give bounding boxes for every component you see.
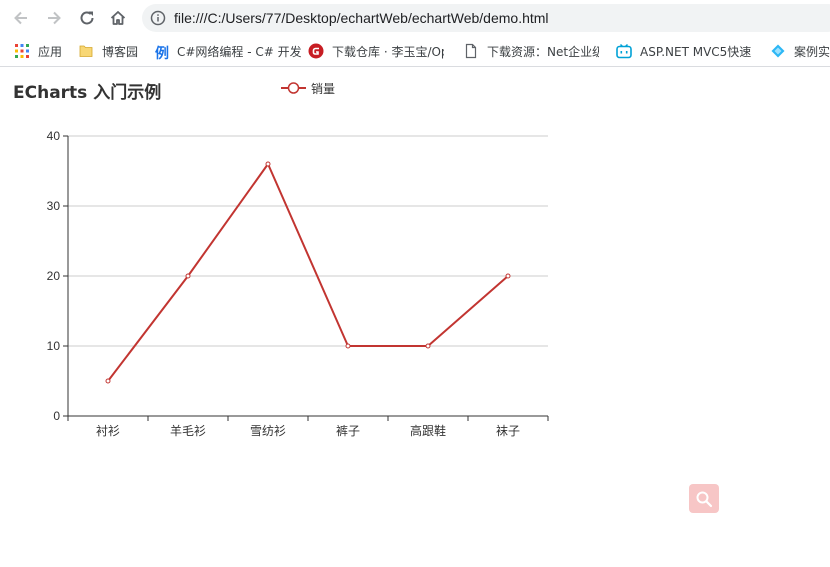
data-point[interactable] bbox=[185, 273, 191, 279]
x-tick-label: 雪纺衫 bbox=[250, 424, 286, 438]
address-bar[interactable]: file:///C:/Users/77/Desktop/echartWeb/ec… bbox=[142, 4, 830, 32]
page-icon bbox=[463, 43, 479, 59]
series-line[interactable] bbox=[107, 163, 509, 382]
bookmark-label: 下载仓库 · 李玉宝/Op bbox=[332, 44, 444, 59]
bilibili-icon bbox=[616, 43, 632, 59]
search-button[interactable] bbox=[689, 484, 719, 513]
browser-toolbar: file:///C:/Users/77/Desktop/echartWeb/ec… bbox=[0, 0, 830, 36]
data-point[interactable] bbox=[345, 343, 351, 349]
url-text[interactable]: file:///C:/Users/77/Desktop/echartWeb/ec… bbox=[174, 10, 549, 26]
y-tick-label: 10 bbox=[47, 339, 61, 353]
bookmark-gitee[interactable]: 下载仓库 · 李玉宝/Op bbox=[308, 42, 444, 60]
back-button[interactable] bbox=[9, 6, 33, 30]
chart-legend[interactable]: 销量 bbox=[281, 80, 335, 96]
bookmark-label: C#网络编程 - C# 开发 bbox=[177, 44, 301, 59]
y-tick-label: 40 bbox=[47, 129, 61, 143]
chart-title: ECharts 入门示例 bbox=[13, 83, 162, 103]
bookmark-cnblogs[interactable]: 博客园 bbox=[78, 42, 138, 60]
reload-icon bbox=[80, 11, 94, 25]
x-tick-label: 衬衫 bbox=[96, 424, 120, 438]
info-icon[interactable] bbox=[150, 10, 166, 30]
legend-label: 销量 bbox=[311, 81, 336, 96]
bookmark-label: 应用 bbox=[38, 44, 63, 59]
bookmark-label: ASP.NET MVC5快速 bbox=[640, 44, 752, 59]
forward-arrow-icon bbox=[48, 11, 61, 25]
bookmark-label: 下载资源：Net企业级 bbox=[487, 44, 599, 59]
y-tick-label: 0 bbox=[53, 409, 60, 423]
bookmark-apps[interactable]: 应用 bbox=[14, 42, 62, 60]
reload-button[interactable] bbox=[75, 6, 99, 30]
legend-line-symbol-icon bbox=[281, 82, 306, 94]
data-point[interactable] bbox=[505, 273, 511, 279]
apps-grid-icon bbox=[14, 43, 30, 59]
y-tick-label: 20 bbox=[47, 269, 61, 283]
line-chart[interactable]: 0 10 20 30 40 衬衫 羊毛衫 雪纺衫 裤子 高跟鞋 袜子 bbox=[0, 120, 600, 450]
data-point[interactable] bbox=[105, 378, 111, 384]
bookmark-label: 博客园 bbox=[102, 44, 139, 59]
bookmark-case[interactable]: 案例实 bbox=[770, 42, 830, 60]
home-button[interactable] bbox=[106, 6, 130, 30]
home-icon bbox=[110, 11, 126, 25]
bookmark-aspnet-mvc[interactable]: ASP.NET MVC5快速 bbox=[616, 42, 751, 60]
x-tick-label: 袜子 bbox=[496, 424, 520, 438]
x-tick-label: 裤子 bbox=[336, 424, 360, 438]
back-arrow-icon bbox=[14, 11, 27, 25]
folder-icon bbox=[78, 43, 94, 59]
x-tick-label: 羊毛衫 bbox=[170, 423, 206, 438]
diamond-icon bbox=[770, 43, 786, 59]
x-tick-label: 高跟鞋 bbox=[410, 423, 446, 438]
bookmarks-bar: 应用 博客园 例 C#网络编程 - C# 开发 下载仓库 · 李玉宝/Op 下载… bbox=[0, 36, 830, 67]
li-logo-icon: 例 bbox=[155, 46, 169, 62]
gitee-icon bbox=[308, 43, 324, 59]
bookmark-label: 案例实 bbox=[794, 44, 830, 59]
bookmark-csharp-network[interactable]: 例 C#网络编程 - C# 开发 bbox=[155, 42, 301, 63]
data-point[interactable] bbox=[265, 161, 271, 167]
bookmark-download-resource[interactable]: 下载资源：Net企业级 bbox=[463, 42, 599, 60]
search-icon bbox=[696, 491, 713, 507]
data-point[interactable] bbox=[425, 343, 431, 349]
forward-button[interactable] bbox=[42, 6, 66, 30]
y-tick-label: 30 bbox=[47, 199, 61, 213]
